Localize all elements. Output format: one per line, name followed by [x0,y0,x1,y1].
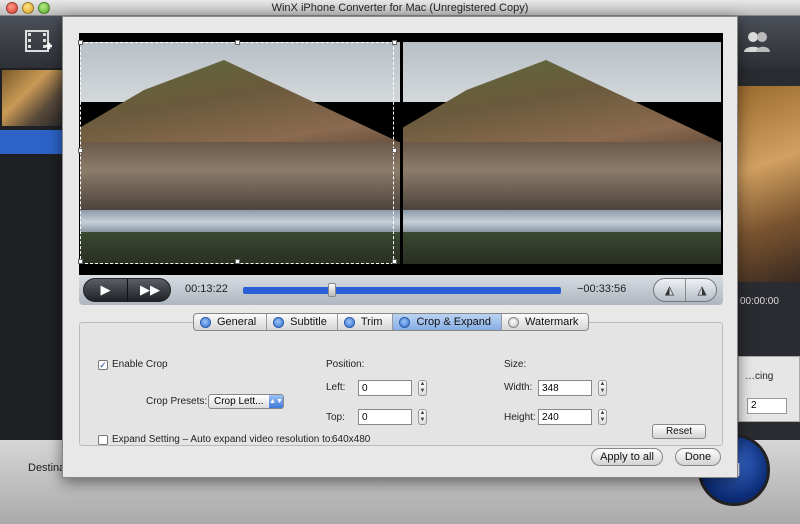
width-label: Width: [504,382,533,393]
tab-watermark[interactable]: Watermark [502,314,588,330]
crop-handle[interactable] [392,148,397,153]
flip-horizontal-icon: ◭ [664,283,675,297]
tab-crop-expand[interactable]: Crop & Expand [393,314,503,330]
users-icon[interactable] [742,28,772,56]
flip-vertical-button[interactable]: ◮ [686,279,718,301]
crop-settings-panel: ✓ Enable Crop Crop Presets: Crop Lett...… [79,322,723,446]
current-time: 00:13:22 [185,283,228,295]
flip-vertical-icon: ◮ [697,283,707,297]
play-button[interactable]: ▶ [84,279,128,301]
preview-time-readout: 00:00:00 [740,296,779,307]
playback-button-group: ▶ ▶▶ [83,278,171,302]
crop-presets-value: Crop Lett... [214,396,264,407]
left-input[interactable] [358,380,412,396]
tab-trim[interactable]: Trim [338,314,394,330]
output-video-frame [403,42,721,264]
crop-presets-label: Crop Presets: [146,396,208,407]
zoom-window-button[interactable] [38,2,50,14]
fast-forward-icon: ▶▶ [140,282,160,297]
edit-tabs: General Subtitle Trim Crop & Expand Wate… [193,313,590,331]
width-input[interactable] [538,380,592,396]
tab-general[interactable]: General [194,314,268,330]
flip-horizontal-button[interactable]: ◭ [654,279,686,301]
expand-setting-label: Expand Setting – Auto expand video resol… [112,434,334,445]
width-stepper[interactable]: ▲ ▼ [598,380,607,396]
expand-setting-checkbox[interactable] [98,435,108,445]
top-stepper[interactable]: ▲ ▼ [418,409,427,425]
window-titlebar: WinX iPhone Converter for Mac (Unregiste… [0,0,800,16]
panel-select[interactable]: 2 [747,398,787,414]
done-button[interactable]: Done [675,448,721,466]
radio-icon [508,316,520,328]
remaining-time: −00:33:56 [577,283,627,295]
top-label: Top: [326,412,345,423]
crop-selection-frame[interactable] [78,40,397,264]
height-input[interactable] [538,409,592,425]
flip-button-group: ◭ ◮ [653,278,717,302]
radio-icon [200,316,211,328]
crop-handle[interactable] [392,40,397,45]
left-label: Left: [326,382,346,393]
chevron-updown-icon: ▲▼ [269,395,283,408]
left-stepper[interactable]: ▲ ▼ [418,380,427,396]
apply-to-all-button[interactable]: Apply to all [591,448,663,466]
crop-handle[interactable] [78,148,83,153]
crop-handle[interactable] [78,40,83,45]
radio-icon [343,316,355,328]
edit-dialog: ▶ ▶▶ 00:13:22 −00:33:56 ◭ ◮ ✓ Enable Cro… [62,16,738,478]
size-header: Size: [504,359,527,370]
crop-handle[interactable] [78,259,83,264]
height-stepper[interactable]: ▲ ▼ [598,409,607,425]
crop-handle[interactable] [235,40,240,45]
seek-bar[interactable] [243,283,561,297]
position-header: Position: [326,359,365,370]
crop-handle[interactable] [235,259,240,264]
crop-handle[interactable] [392,259,397,264]
output-settings-panel: …cing 2 [738,356,800,422]
preview-image [738,86,800,282]
enable-crop-label: Enable Crop [112,359,168,370]
seek-thumb[interactable] [328,283,337,297]
reset-button[interactable]: Reset [652,424,706,439]
close-window-button[interactable] [6,2,18,14]
video-preview-area [78,33,723,275]
playback-controls: ▶ ▶▶ 00:13:22 −00:33:56 ◭ ◮ [79,275,723,305]
tab-subtitle[interactable]: Subtitle [267,314,338,330]
add-video-icon[interactable] [24,28,54,56]
play-icon: ▶ [100,282,111,297]
minimize-window-button[interactable] [22,2,34,14]
tab-watermark-label: Watermark [525,316,579,328]
height-label: Height: [504,412,536,423]
tab-crop-expand-label: Crop & Expand [416,316,492,328]
radio-icon [399,316,411,328]
radio-icon [273,316,285,328]
window-title: WinX iPhone Converter for Mac (Unregiste… [271,2,529,14]
expand-resolution-value: 640x480 [332,434,371,445]
crop-presets-select[interactable]: Crop Lett... ▲▼ [208,394,284,409]
top-input[interactable] [358,409,412,425]
tab-subtitle-label: Subtitle [290,316,327,328]
enable-crop-checkbox[interactable]: ✓ [98,360,108,370]
fast-forward-button[interactable]: ▶▶ [128,279,172,301]
panel-label: …cing [745,371,774,382]
video-thumbnail[interactable] [2,70,62,126]
tab-general-label: General [217,316,257,328]
selected-file-row[interactable] [0,130,62,154]
tab-trim-label: Trim [360,316,383,328]
